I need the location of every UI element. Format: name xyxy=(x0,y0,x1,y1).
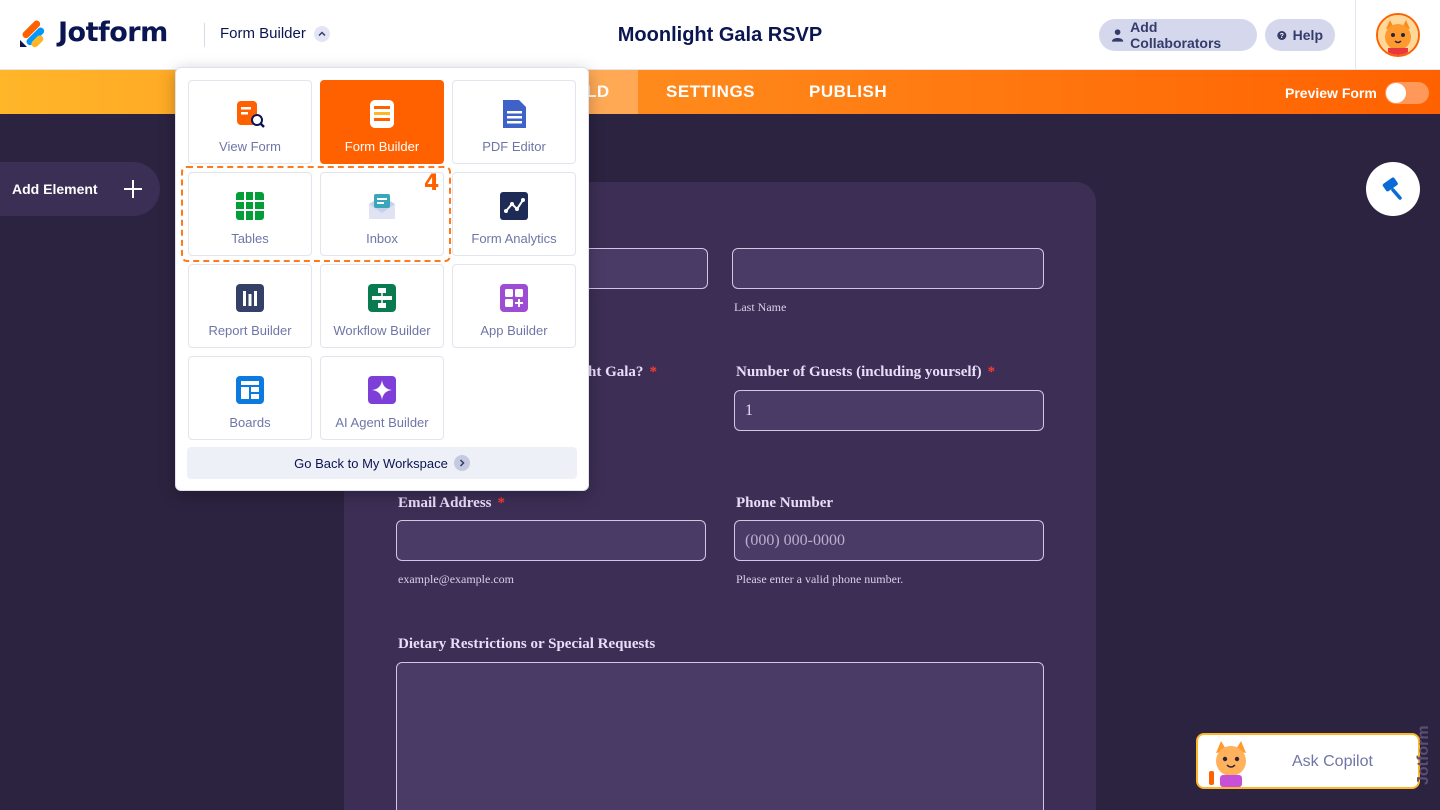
attendance-question-label: ht Gala? * xyxy=(588,364,657,381)
app-builder-icon xyxy=(500,284,528,312)
top-header: Jotform Form Builder Moonlight Gala RSVP… xyxy=(0,0,1440,70)
user-avatar[interactable] xyxy=(1376,13,1420,57)
guests-label: Number of Guests (including yourself) * xyxy=(736,364,995,381)
form-title[interactable]: Moonlight Gala RSVP xyxy=(618,24,822,46)
email-label: Email Address * xyxy=(398,495,505,512)
guests-label-text: Number of Guests (including yourself) xyxy=(736,364,982,380)
add-element-button[interactable]: Add Element xyxy=(0,162,160,216)
tile-label: View Form xyxy=(219,139,281,154)
jotform-logo[interactable]: Jotform xyxy=(18,16,168,48)
tile-view-form[interactable]: View Form xyxy=(188,80,312,164)
report-builder-icon xyxy=(236,284,264,312)
required-asterisk: * xyxy=(497,495,506,511)
tile-label: App Builder xyxy=(480,323,548,338)
email-label-text: Email Address xyxy=(398,495,492,511)
copilot-cat-icon xyxy=(1209,741,1246,787)
view-form-icon xyxy=(237,101,265,128)
tile-pdf-editor[interactable]: PDF Editor xyxy=(452,80,576,164)
ask-copilot-button[interactable]: Ask Copilot xyxy=(1196,733,1420,789)
builder-switch-dropdown[interactable]: Form Builder xyxy=(220,25,330,42)
required-asterisk: * xyxy=(987,364,996,380)
toggle-knob xyxy=(1385,83,1406,103)
add-collaborators-label: Add Collaborators xyxy=(1130,19,1222,51)
email-sublabel: example@example.com xyxy=(398,572,515,586)
tab-settings[interactable]: SETTINGS xyxy=(666,70,755,114)
tile-label: Inbox xyxy=(366,231,398,246)
tile-tables[interactable]: Tables xyxy=(188,172,312,256)
help-button[interactable]: ? Help xyxy=(1265,19,1335,51)
tile-label: PDF Editor xyxy=(482,139,546,154)
add-collaborators-button[interactable]: Add Collaborators xyxy=(1099,19,1257,51)
tile-form-analytics[interactable]: Form Analytics xyxy=(452,172,576,256)
guests-count-value: 1 xyxy=(745,401,753,419)
step-number-badge: 4 xyxy=(424,171,440,196)
add-element-label: Add Element xyxy=(12,181,98,197)
svg-text:?: ? xyxy=(1280,32,1284,40)
go-back-workspace-button[interactable]: Go Back to My Workspace xyxy=(187,447,577,479)
pdf-editor-icon xyxy=(503,100,526,128)
tile-label: Report Builder xyxy=(208,323,292,338)
tile-app-builder[interactable]: App Builder xyxy=(452,264,576,348)
question-icon: ? xyxy=(1277,30,1287,40)
cat-avatar-icon xyxy=(1378,15,1418,55)
tile-workflow-builder[interactable]: Workflow Builder xyxy=(320,264,444,348)
phone-sublabel: Please enter a valid phone number. xyxy=(736,572,904,586)
tile-label: Boards xyxy=(229,415,271,430)
form-builder-icon xyxy=(370,100,394,128)
email-input[interactable] xyxy=(396,520,706,561)
tile-report-builder[interactable]: Report Builder xyxy=(188,264,312,348)
user-icon xyxy=(1111,29,1124,42)
tile-label: AI Agent Builder xyxy=(335,415,429,430)
phone-input[interactable]: (000) 000-0000 xyxy=(734,520,1044,561)
guests-count-input[interactable]: 1 xyxy=(734,390,1044,431)
tile-form-builder[interactable]: Form Builder xyxy=(320,80,444,164)
ai-agent-builder-icon xyxy=(368,376,396,404)
attendance-question-text: ht Gala? xyxy=(588,364,644,380)
builder-switch-label: Form Builder xyxy=(220,25,306,42)
inbox-icon xyxy=(369,194,395,219)
preview-form-toggle[interactable]: Preview Form xyxy=(1285,82,1429,104)
go-back-workspace-label: Go Back to My Workspace xyxy=(294,455,448,471)
dietary-label: Dietary Restrictions or Special Requests xyxy=(398,636,656,652)
preview-toggle-switch[interactable] xyxy=(1384,82,1429,104)
svg-text:Jotform: Jotform xyxy=(1415,725,1432,785)
phone-label: Phone Number xyxy=(736,495,834,511)
jotform-logo-icon xyxy=(20,20,45,48)
header-divider xyxy=(204,23,205,47)
tab-publish[interactable]: PUBLISH xyxy=(809,70,887,114)
chevron-up-icon xyxy=(313,25,330,42)
form-designer-button[interactable] xyxy=(1366,162,1420,216)
chevron-right-icon xyxy=(453,455,470,471)
plus-icon xyxy=(124,180,142,198)
jotform-watermark: Jotform xyxy=(1415,725,1432,785)
tile-boards[interactable]: Boards xyxy=(188,356,312,440)
last-name-sublabel: Last Name xyxy=(734,300,787,314)
workflow-builder-icon xyxy=(368,284,396,312)
paint-roller-icon xyxy=(1382,177,1402,200)
tile-label: Form Builder xyxy=(344,139,420,154)
header-divider-right xyxy=(1355,0,1356,70)
preview-form-label: Preview Form xyxy=(1285,85,1377,101)
form-analytics-icon xyxy=(500,192,528,220)
tile-ai-agent-builder[interactable]: AI Agent Builder xyxy=(320,356,444,440)
ask-copilot-label: Ask Copilot xyxy=(1292,753,1373,770)
brand-name: Jotform xyxy=(58,16,168,48)
dietary-textarea[interactable] xyxy=(396,662,1044,810)
boards-icon xyxy=(236,376,264,404)
last-name-input[interactable] xyxy=(732,248,1044,289)
tile-label: Workflow Builder xyxy=(333,323,431,338)
tables-icon xyxy=(236,192,264,220)
tile-label: Form Analytics xyxy=(471,231,557,246)
help-label: Help xyxy=(1292,27,1323,43)
phone-placeholder: (000) 000-0000 xyxy=(745,531,845,549)
required-asterisk: * xyxy=(649,364,657,380)
tile-label: Tables xyxy=(231,231,269,246)
